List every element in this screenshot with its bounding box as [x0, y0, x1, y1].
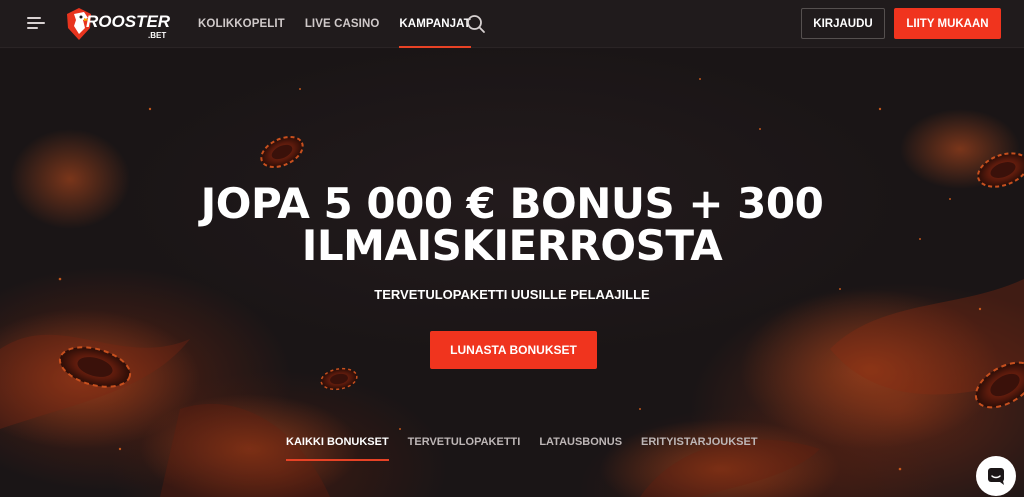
tab-all-bonuses[interactable]: KAIKKI BONUKSET	[286, 433, 389, 461]
login-button[interactable]: KIRJAUDU	[801, 8, 885, 39]
main-nav: KOLIKKOPELIT LIVE CASINO KAMPANJAT	[198, 0, 491, 48]
rooster-logo[interactable]: ROOSTER .BET	[64, 5, 176, 43]
join-button[interactable]: LIITY MUKAAN	[894, 8, 1001, 39]
claim-bonuses-button[interactable]: LUNASTA BONUKSET	[430, 331, 597, 369]
live-chat-button[interactable]	[976, 456, 1016, 496]
tab-welcome-package[interactable]: TERVETULOPAKETTI	[408, 433, 521, 461]
search-icon[interactable]	[466, 14, 486, 34]
nav-item-live-casino[interactable]: LIVE CASINO	[305, 0, 380, 48]
menu-icon[interactable]	[27, 17, 45, 31]
hero-title: JOPA 5 000 € BONUS + 300 ILMAISKIERROSTA	[0, 183, 1024, 267]
tab-special-offers[interactable]: ERITYISTARJOUKSET	[641, 433, 758, 461]
nav-item-kampanjat[interactable]: KAMPANJAT	[399, 0, 472, 48]
svg-text:ROOSTER: ROOSTER	[86, 12, 171, 31]
hero-subtitle: TERVETULOPAKETTI UUSILLE PELAAJILLE	[374, 287, 650, 302]
promo-hero: JOPA 5 000 € BONUS + 300 ILMAISKIERROSTA…	[0, 49, 1024, 497]
nav-item-kolikkopelit[interactable]: KOLIKKOPELIT	[198, 0, 285, 48]
rooster-wordmark: ROOSTER .BET	[86, 12, 171, 40]
svg-text:.BET: .BET	[148, 31, 166, 40]
hero-title-line-1: JOPA 5 000 € BONUS + 300	[200, 179, 824, 228]
tab-deposit-bonus[interactable]: LATAUSBONUS	[539, 433, 622, 461]
chat-icon	[988, 468, 1004, 485]
bonus-filter-tabs: KAIKKI BONUKSET TERVETULOPAKETTI LATAUSB…	[286, 433, 777, 463]
hero-title-line-2: ILMAISKIERROSTA	[301, 221, 723, 270]
top-header: ROOSTER .BET KOLIKKOPELIT LIVE CASINO KA…	[0, 0, 1024, 48]
hero-background-decoration	[0, 78, 1024, 497]
